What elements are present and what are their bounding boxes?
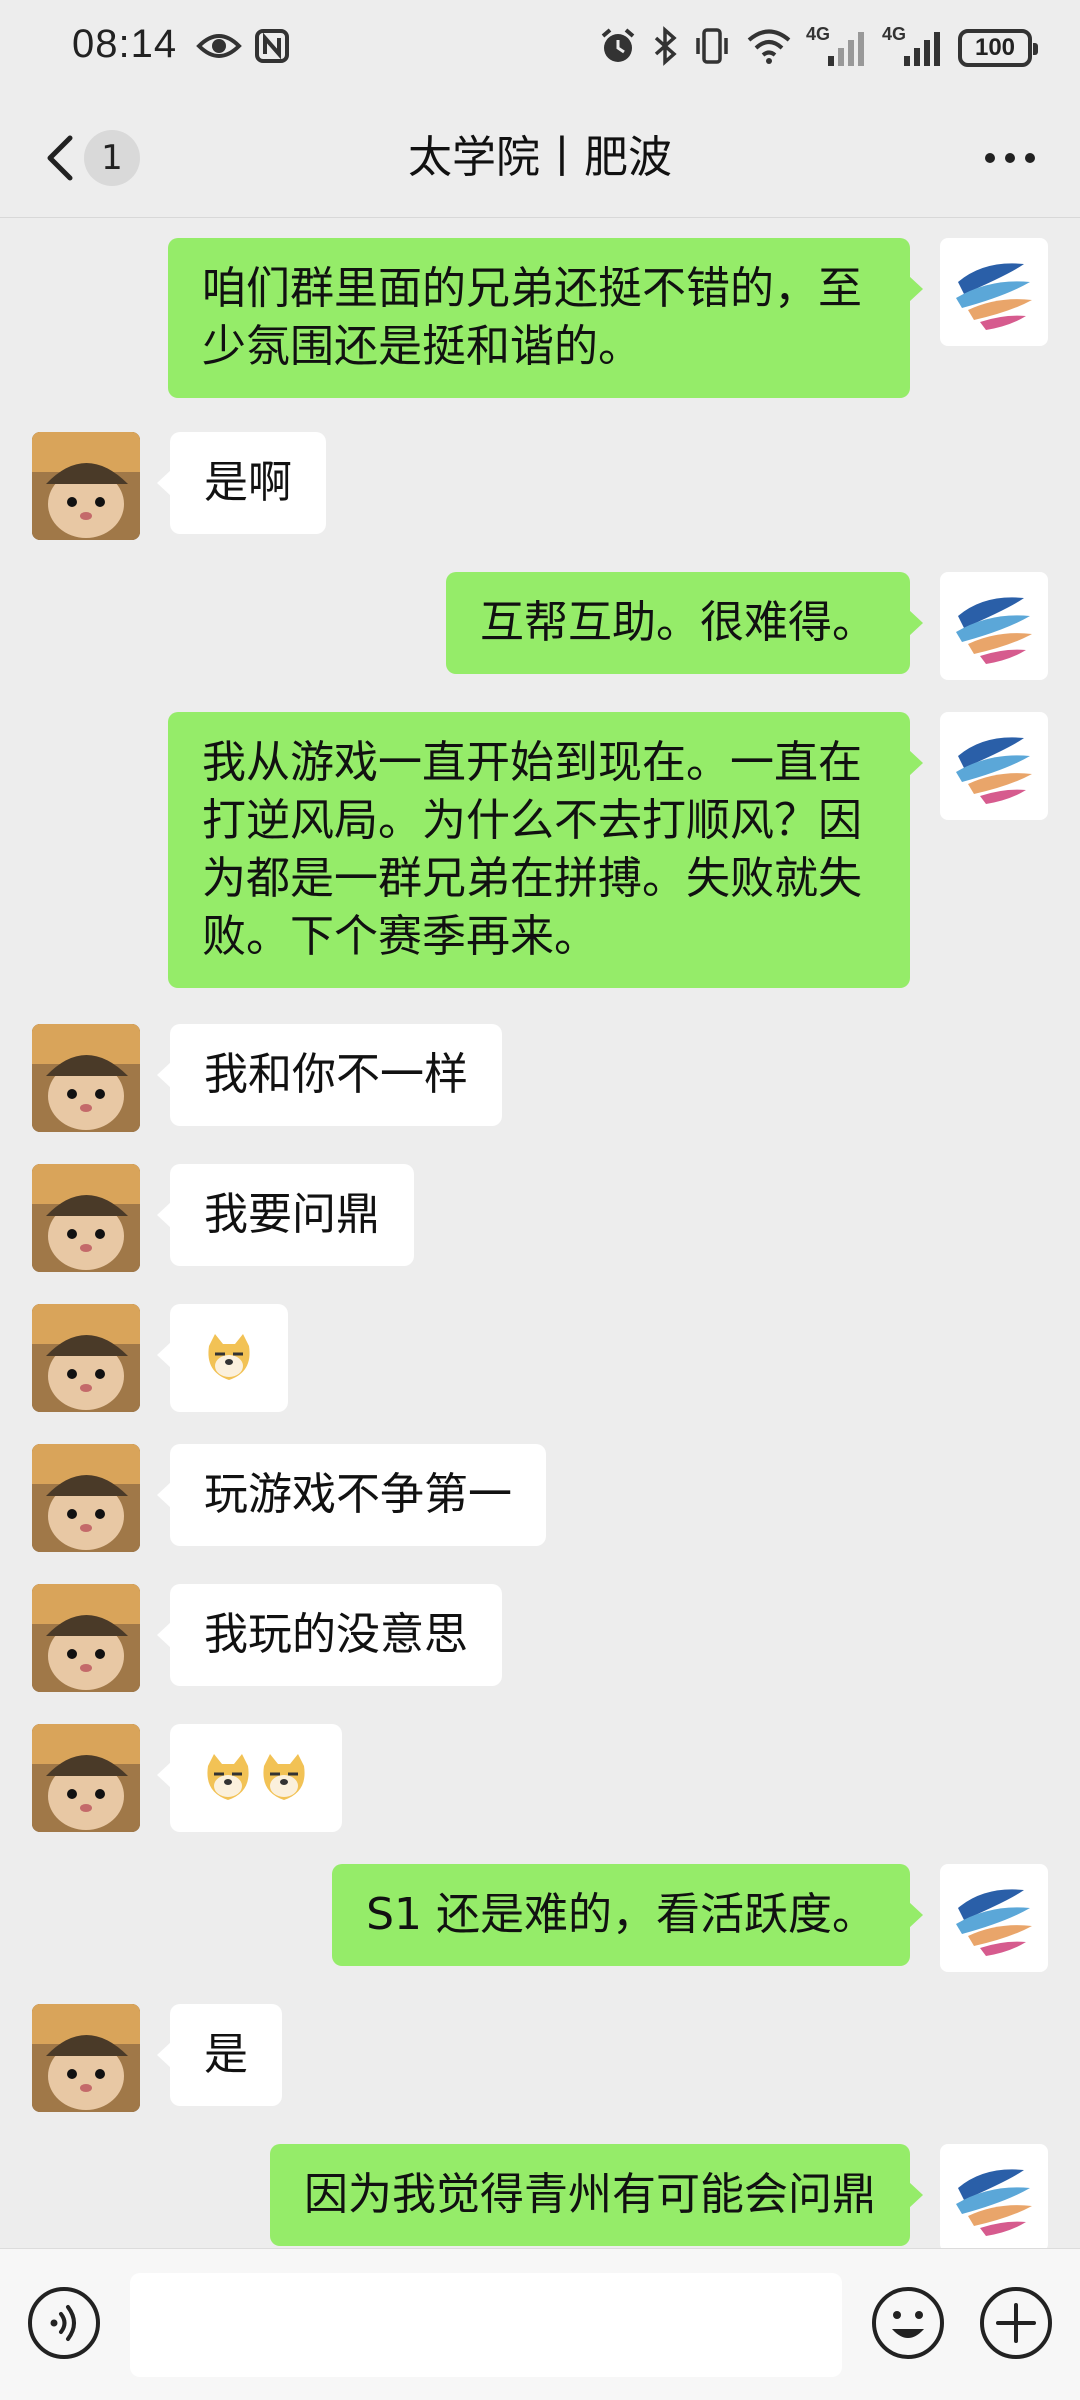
contact-avatar[interactable] <box>32 1164 140 1272</box>
voice-icon <box>28 2287 100 2359</box>
self-avatar[interactable] <box>940 712 1048 820</box>
contact-avatar[interactable] <box>32 2004 140 2112</box>
message-input[interactable] <box>130 2273 842 2377</box>
message-bubble-self[interactable]: 互帮互助。很难得。 <box>446 572 923 674</box>
doge-emoji-icon <box>207 1754 249 1800</box>
message-list[interactable]: 咱们群里面的兄弟还挺不错的，至 少氛围还是挺和谐的。 是啊 互帮互助。很难得。 … <box>0 218 1080 2248</box>
message-bubble-self[interactable]: 咱们群里面的兄弟还挺不错的，至 少氛围还是挺和谐的。 <box>168 238 923 398</box>
contact-avatar[interactable] <box>32 1024 140 1132</box>
chat-header: 1 太学院丨肥波 <box>0 100 1080 218</box>
input-bar <box>0 2248 1080 2400</box>
chat-title: 太学院丨肥波 <box>408 132 672 183</box>
status-bar: 08:14 4G 4G 100 <box>0 0 1080 100</box>
message-bubble-other[interactable] <box>157 1724 342 1832</box>
voice-button[interactable] <box>26 2285 102 2361</box>
message-bubble-other[interactable]: 我要问鼎 <box>157 1164 414 1266</box>
bluetooth-icon <box>652 26 678 70</box>
message-bubble-other[interactable]: 玩游戏不争第一 <box>157 1444 546 1546</box>
contact-avatar[interactable] <box>32 1444 140 1552</box>
message-bubble-self[interactable]: 我从游戏一直开始到现在。一直在 打逆风局。为什么不去打顺风？因 为都是一群兄弟在… <box>168 712 923 988</box>
self-avatar[interactable] <box>940 572 1048 680</box>
message-bubble-other[interactable]: 是 <box>157 2004 282 2106</box>
message-bubble-other[interactable]: 我和你不一样 <box>157 1024 502 1126</box>
more-button[interactable] <box>980 140 1040 176</box>
self-avatar[interactable] <box>940 1864 1048 1972</box>
status-time: 08:14 <box>72 22 178 66</box>
signal-4g-icon: 4G <box>882 24 944 68</box>
contact-avatar[interactable] <box>32 1304 140 1412</box>
doge-emoji-icon <box>208 1334 250 1380</box>
message-bubble-other[interactable]: 是啊 <box>157 432 326 534</box>
contact-avatar[interactable] <box>32 432 140 540</box>
battery-indicator: 100 <box>958 29 1038 67</box>
message-bubble-other[interactable]: 我玩的没意思 <box>157 1584 502 1686</box>
contact-avatar[interactable] <box>32 1724 140 1832</box>
doge-emoji-icon <box>263 1754 305 1800</box>
eye-icon <box>196 28 242 68</box>
signal-4g-icon: 4G <box>806 24 868 68</box>
more-dots-icon <box>985 153 1035 163</box>
alarm-icon <box>598 26 638 70</box>
message-bubble-self[interactable]: S1 还是难的，看活跃度。 <box>332 1864 923 1966</box>
contact-avatar[interactable] <box>32 1584 140 1692</box>
message-bubble-other[interactable] <box>157 1304 288 1412</box>
self-avatar[interactable] <box>940 2144 1048 2248</box>
smiley-icon <box>872 2287 944 2359</box>
wifi-icon <box>746 27 792 69</box>
vibrate-icon <box>692 26 732 70</box>
nfc-icon <box>254 28 290 68</box>
plus-circle-icon <box>980 2287 1052 2359</box>
message-bubble-self[interactable]: 因为我觉得青州有可能会问鼎 <box>270 2144 923 2246</box>
more-functions-button[interactable] <box>978 2285 1054 2361</box>
emoji-button[interactable] <box>870 2285 946 2361</box>
self-avatar[interactable] <box>940 238 1048 346</box>
